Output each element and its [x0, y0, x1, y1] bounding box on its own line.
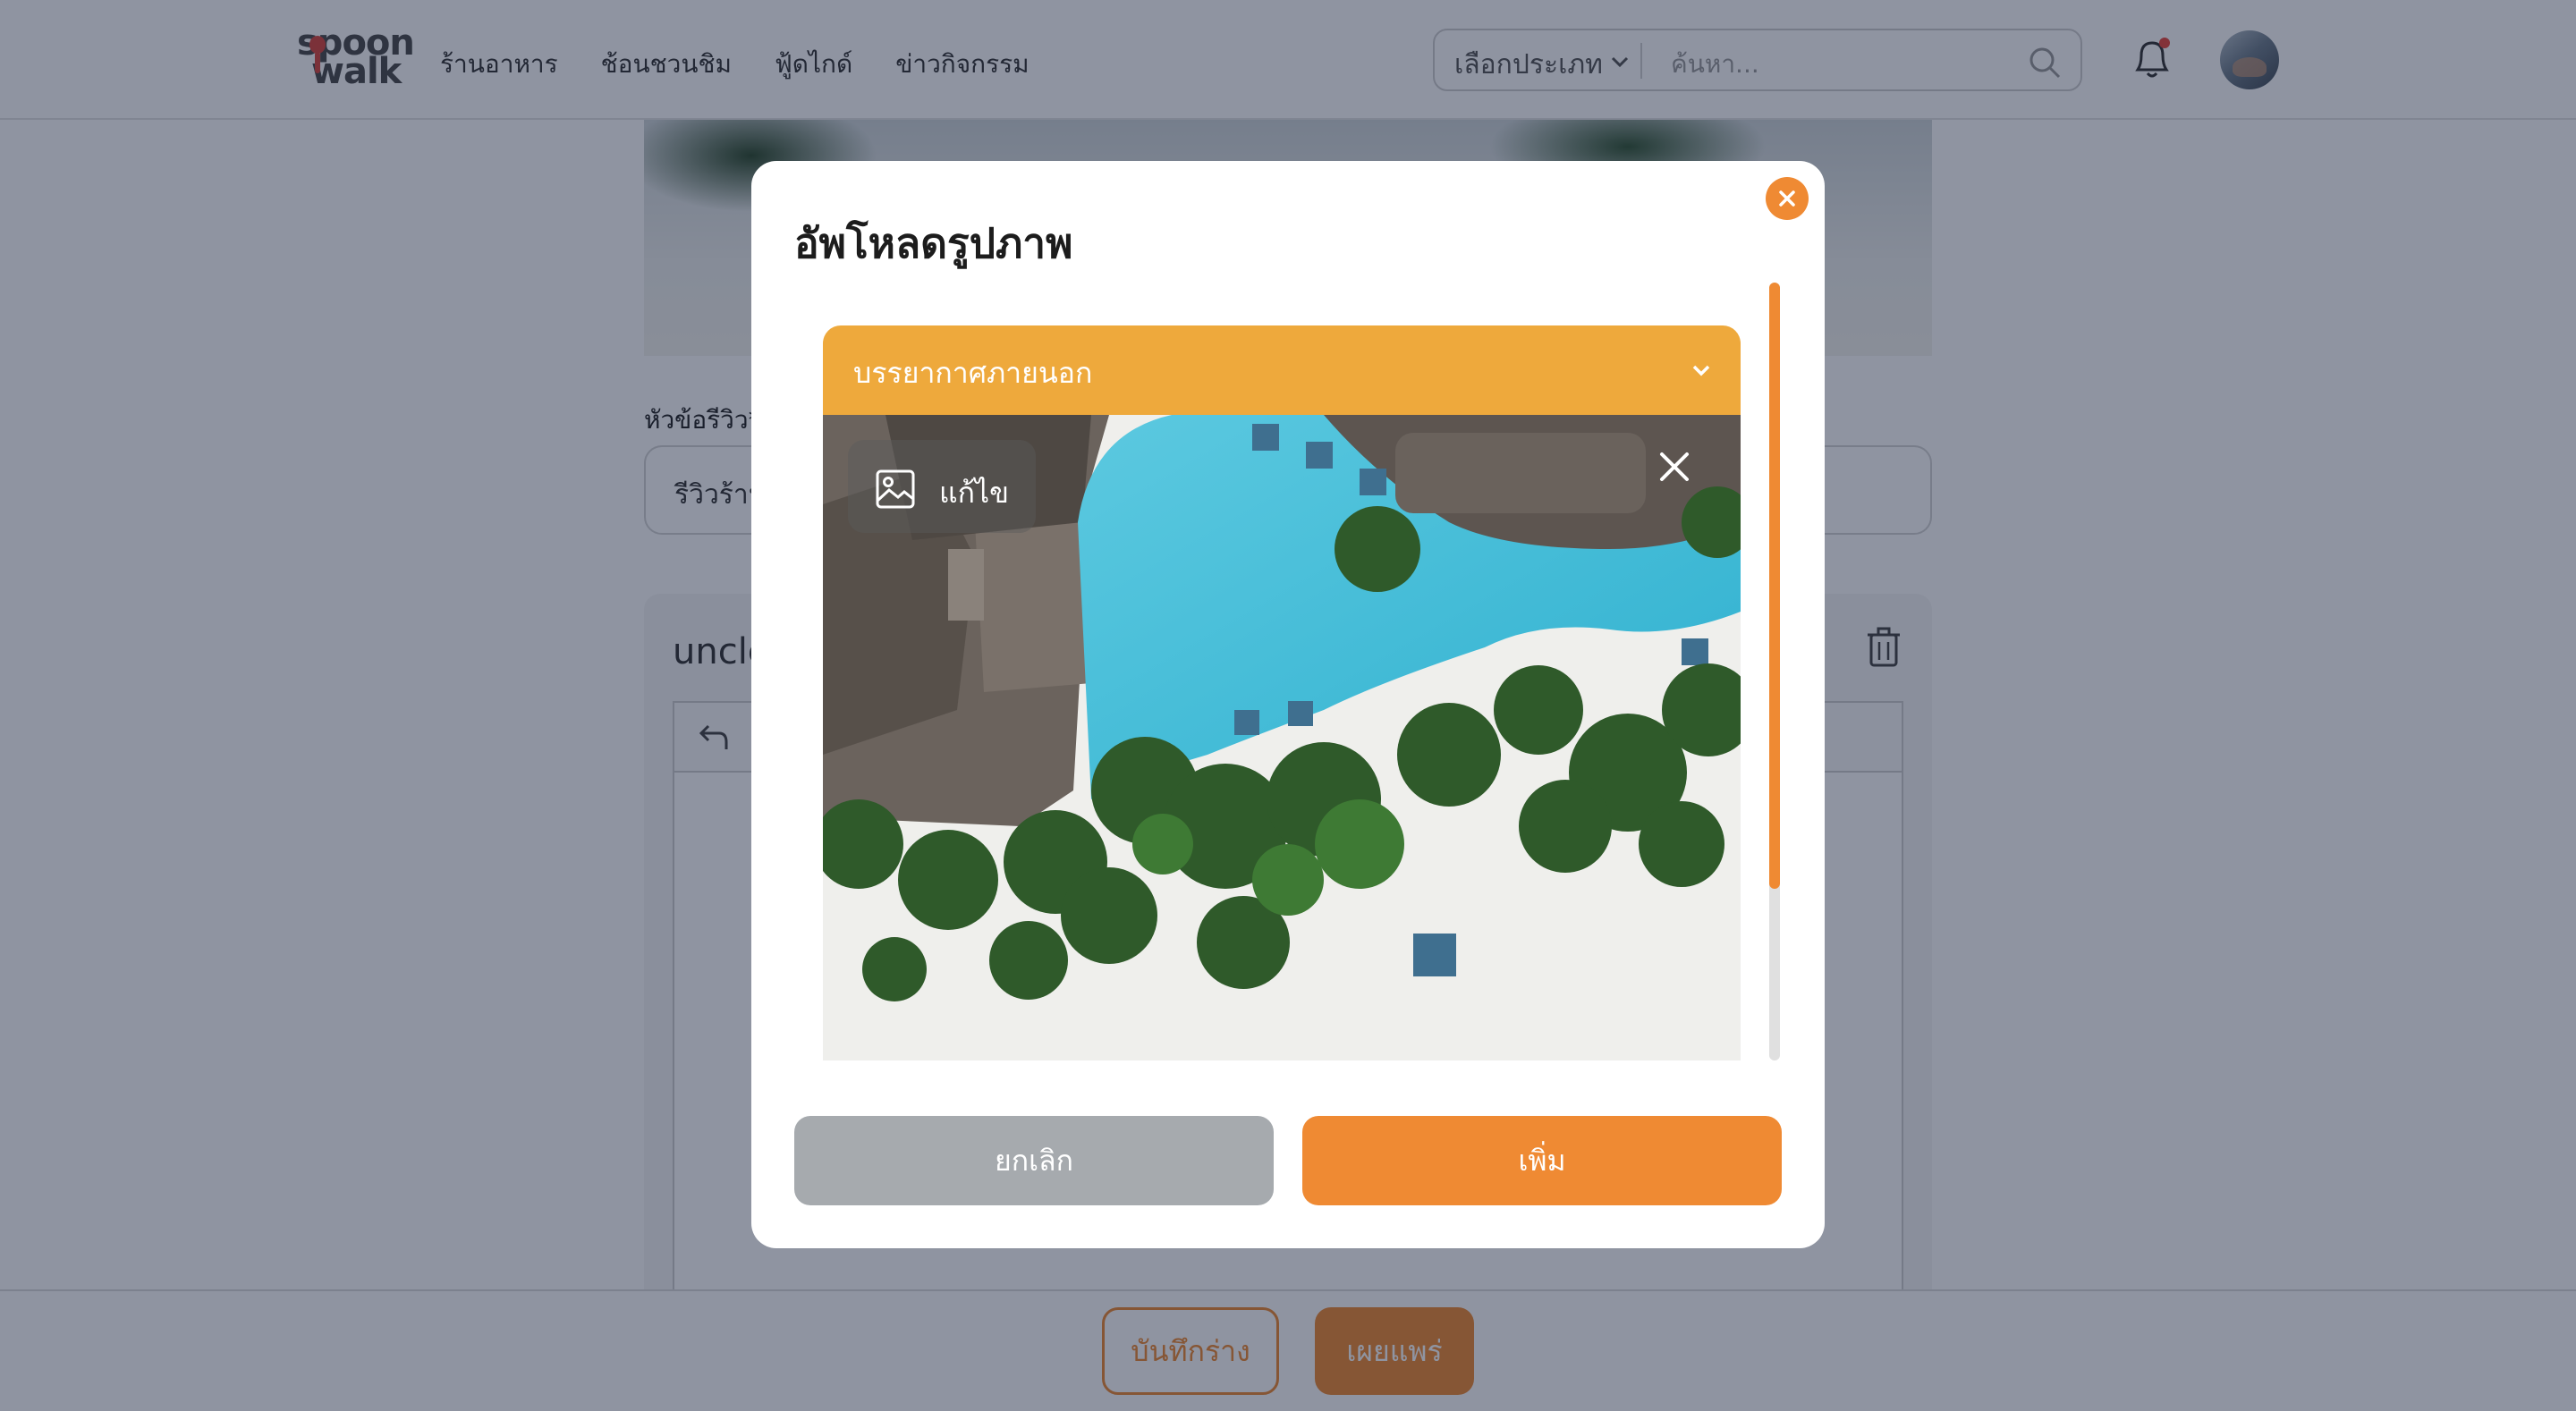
close-button[interactable]: [1766, 177, 1809, 220]
cancel-button[interactable]: ยกเลิก: [794, 1116, 1274, 1205]
edit-image-label: แก้ไข: [939, 476, 1009, 510]
uploaded-image-preview: แก้ไข: [823, 415, 1741, 1060]
add-button[interactable]: เพิ่ม: [1302, 1116, 1782, 1205]
chevron-down-icon: [1692, 365, 1710, 376]
image-category-dropdown[interactable]: บรรยากาศภายนอก: [823, 325, 1741, 415]
modal-scrollbar[interactable]: [1769, 283, 1780, 1060]
image-category-label: บรรยากาศภายนอก: [853, 356, 1093, 390]
upload-image-modal: อัพโหลดรูปภาพ บรรยากาศภายนอก แก้ไข ยกเลิ…: [751, 161, 1825, 1248]
modal-title: อัพโหลดรูปภาพ: [794, 219, 1073, 267]
image-icon: [876, 469, 915, 509]
modal-scrollbar-thumb[interactable]: [1769, 283, 1780, 889]
remove-image-icon[interactable]: [1655, 447, 1694, 486]
edit-image-button[interactable]: แก้ไข: [848, 440, 1036, 533]
close-icon: [1779, 190, 1795, 207]
